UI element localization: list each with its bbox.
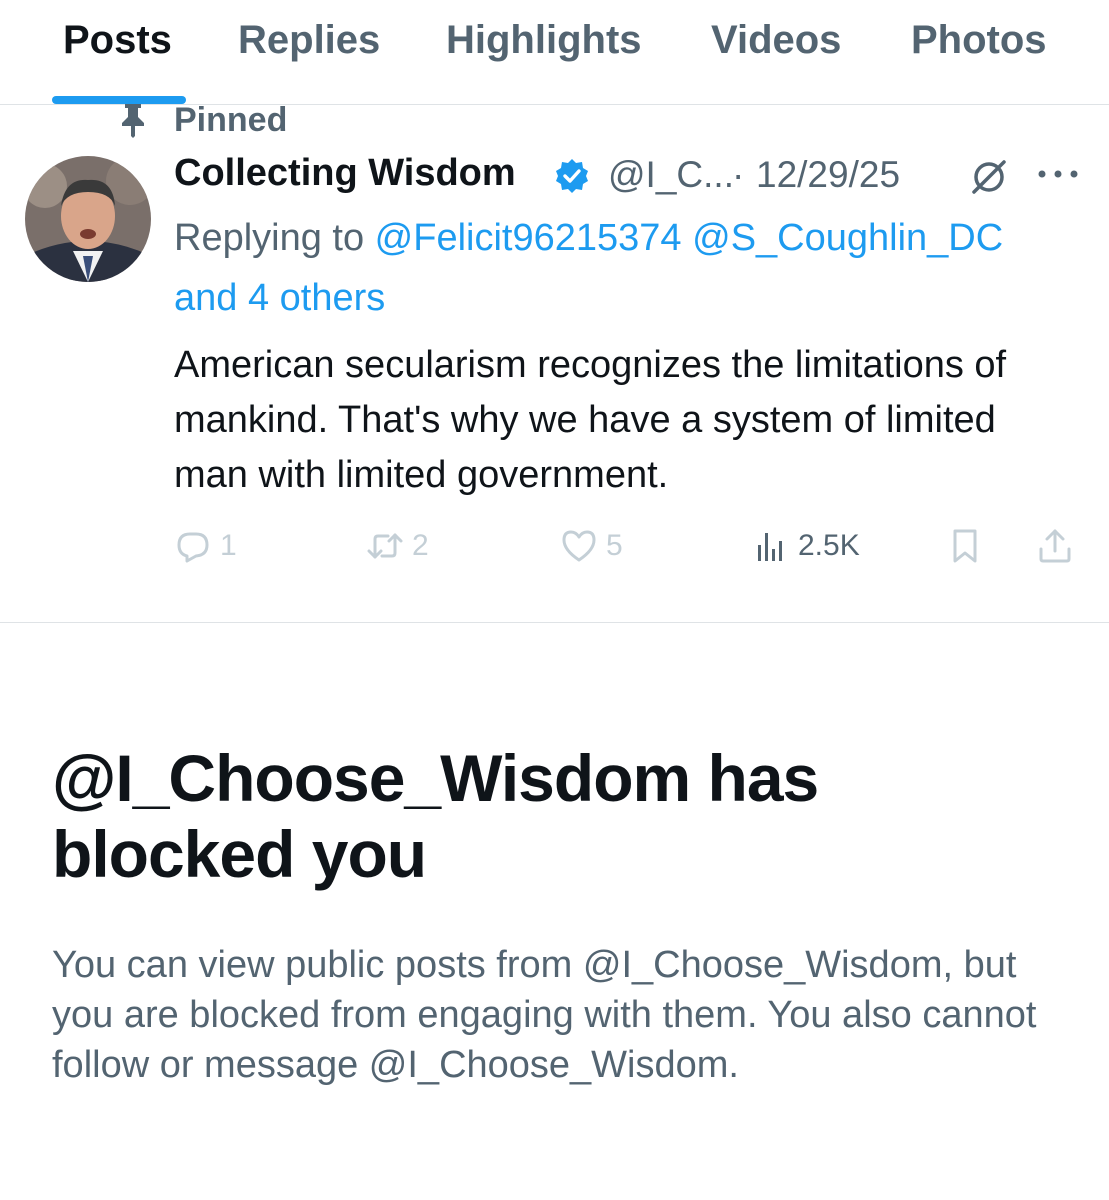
views-chart-icon (758, 533, 782, 561)
mention-others-link[interactable]: and 4 others (174, 277, 385, 319)
views-count: 2.5K (798, 529, 860, 562)
replying-to: Replying to @Felicit96215374 @S_Coughlin… (174, 208, 1074, 328)
avatar-image (25, 156, 151, 282)
reply-icon (177, 532, 209, 563)
reply-button[interactable]: 1 (174, 518, 237, 574)
post-actions: 1 2 5 2.5K (174, 518, 1084, 574)
like-button[interactable]: 5 (560, 518, 623, 574)
tab-highlights[interactable]: Highlights (446, 18, 642, 63)
reply-count: 1 (220, 529, 237, 562)
blocked-description: You can view public posts from @I_Choose… (52, 944, 1037, 1086)
display-name[interactable]: Collecting Wisdom (174, 152, 516, 195)
handle[interactable]: @I_C... (608, 154, 734, 196)
repost-icon (367, 533, 403, 559)
blocked-heading: @I_Choose_Wisdom has blocked you (52, 741, 819, 891)
share-icon (1039, 529, 1071, 563)
section-divider (0, 622, 1109, 623)
mention-link[interactable]: @S_Coughlin_DC (692, 217, 1003, 259)
grok-icon[interactable] (970, 158, 1008, 196)
views-button[interactable]: 2.5K (752, 518, 860, 574)
pinned-label: Pinned (174, 100, 288, 139)
post-text: American secularism recognizes the limit… (174, 344, 1007, 496)
post-header: Collecting Wisdom @I_C... · 12/29/25 (174, 152, 1094, 202)
post-date[interactable]: 12/29/25 (756, 154, 900, 196)
tab-videos[interactable]: Videos (711, 18, 841, 63)
verified-badge-icon (556, 159, 588, 193)
heart-icon (562, 530, 596, 562)
bookmark-icon (953, 529, 977, 563)
avatar[interactable] (25, 156, 151, 282)
tab-replies[interactable]: Replies (238, 18, 380, 63)
mention-link[interactable]: @Felicit96215374 (375, 217, 682, 259)
like-count: 5 (606, 529, 623, 562)
pin-icon (122, 104, 144, 138)
repost-button[interactable]: 2 (366, 518, 429, 574)
more-options-icon[interactable] (1036, 166, 1080, 182)
bookmark-button[interactable] (946, 518, 992, 574)
repost-count: 2 (412, 529, 429, 562)
replying-to-label: Replying to (174, 217, 375, 259)
tab-posts[interactable]: Posts (63, 18, 172, 63)
separator-dot: · (732, 154, 745, 195)
tab-photos[interactable]: Photos (911, 18, 1047, 63)
pinned-indicator: Pinned (118, 100, 287, 140)
share-button[interactable] (1036, 518, 1082, 574)
profile-tabs: Posts Replies Highlights Videos Photos (0, 0, 1109, 105)
